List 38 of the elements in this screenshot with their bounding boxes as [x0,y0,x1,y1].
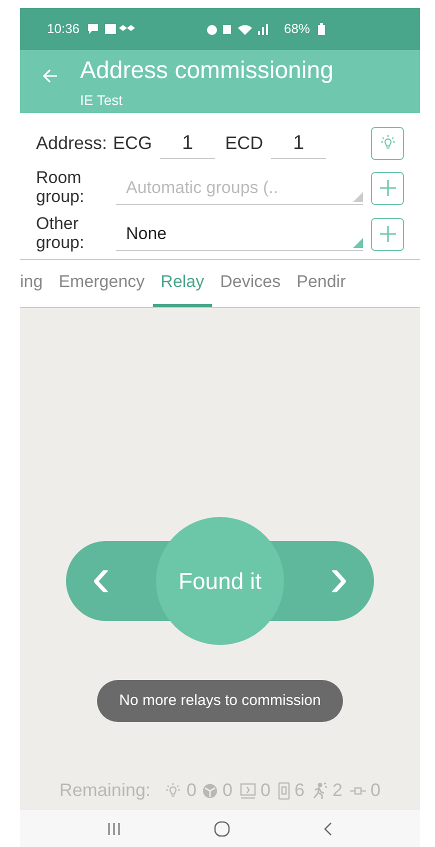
ball-icon [202,782,218,798]
back-arrow-icon [42,68,58,84]
lightbulb-icon [164,782,182,800]
toast-message: No more relays to commission [97,680,343,722]
next-button[interactable]: › [284,541,374,621]
identify-button[interactable] [371,126,404,160]
field-label: ECD [225,132,264,154]
battery-icon [318,23,325,35]
switch-icon [276,782,291,800]
add-button[interactable] [371,218,404,250]
group-label: Other group: [36,214,86,254]
tab[interactable]: Emergency [50,260,153,307]
address-input[interactable]: 1 [271,128,326,158]
recent-apps-icon[interactable] [106,822,121,836]
dropdown-corner-icon [353,238,363,248]
exit-sign-icon [238,782,256,800]
connector-icon [348,784,367,796]
add-button[interactable] [371,172,404,204]
page-title: Address commissioning [80,56,334,86]
back-icon[interactable] [323,822,334,836]
home-icon[interactable] [214,820,230,836]
previous-button[interactable]: ‹ [66,541,156,621]
tab[interactable]: Pendir [288,260,354,307]
running-person-icon [310,782,329,800]
plus-icon [378,179,396,197]
tab[interactable]: ing [20,260,51,307]
found-it-button[interactable]: Found it [156,517,284,645]
field-label: ECG [113,132,152,154]
group-dropdown[interactable]: None [116,217,363,251]
status-time: 10:36 [47,20,80,38]
address-label: Address: [36,132,108,154]
plus-icon [378,225,396,243]
group-label: Room group: [36,168,86,208]
page-subtitle: IE Test [80,91,124,110]
address-input[interactable]: 1 [160,128,216,158]
battery-percent: 68% [284,20,310,38]
tab[interactable]: Devices [212,260,289,307]
dropdown-corner-icon [353,192,363,202]
